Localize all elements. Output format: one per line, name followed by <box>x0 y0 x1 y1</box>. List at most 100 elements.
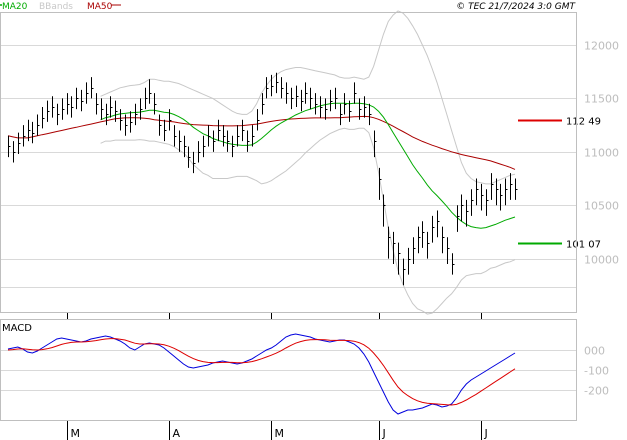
ohlc-bar <box>437 210 440 238</box>
ohlc-bar <box>510 173 513 200</box>
price-level-label: 112 49 <box>566 117 601 128</box>
bbands-lower-line <box>100 127 516 315</box>
ohlc-bar <box>276 72 279 94</box>
ohlc-bar <box>140 98 143 120</box>
ohlc-bar <box>281 77 284 99</box>
macd-lines <box>7 333 516 415</box>
ohlc-bar <box>335 87 338 110</box>
ohlc-bar <box>247 130 250 152</box>
ohlc-bar <box>257 109 260 131</box>
ohlc-bar <box>408 247 411 275</box>
macd-tick-label: 000 <box>584 345 605 358</box>
ohlc-bar <box>223 125 226 147</box>
price-pane-frame <box>0 12 577 313</box>
ohlc-bar <box>198 141 201 163</box>
ohlc-bar <box>422 221 425 248</box>
stock-chart: MA20 BBands MA50 © TEC 21/7/2024 3:0 GMT… <box>0 2 619 440</box>
ohlc-bar <box>42 106 45 129</box>
price-levels: 112 49 101 07 <box>518 117 601 251</box>
ohlc-bar <box>188 146 191 168</box>
ohlc-bar <box>432 215 435 243</box>
ohlc-bar <box>242 119 245 142</box>
ohlc-bar <box>18 132 21 154</box>
ohlc-bar <box>110 96 113 118</box>
ohlc-bar <box>169 109 172 131</box>
ohlc-bar <box>237 125 240 147</box>
macd-y-axis: 000 -100 -200 <box>584 345 609 398</box>
ohlc-bar <box>91 77 94 99</box>
ohlc-bar <box>305 82 308 104</box>
ohlc-bar <box>208 125 211 147</box>
ohlc-bar <box>120 109 123 131</box>
ohlc-bar <box>23 125 26 147</box>
ohlc-bar <box>496 178 499 206</box>
ohlc-bar <box>461 194 464 222</box>
ohlc-bar <box>427 231 430 259</box>
legend-ma20: MA20 <box>2 2 28 12</box>
price-gridlines <box>0 45 577 288</box>
ohlc-bar <box>81 89 84 112</box>
price-tick-label: 11000 <box>584 147 619 160</box>
ohlc-bar <box>227 130 230 152</box>
ohlc-bar <box>442 226 445 254</box>
ohlc-bar <box>32 121 35 144</box>
bbands-upper-line <box>100 10 516 185</box>
ohlc-bar <box>515 178 518 200</box>
ohlc-bar <box>184 135 187 158</box>
legend-bbands: BBands <box>39 2 73 12</box>
ohlc-bar <box>471 189 474 216</box>
price-level-label: 101 07 <box>566 240 601 251</box>
ohlc-bar <box>86 82 89 104</box>
ohlc-bar <box>203 135 206 158</box>
signal-line <box>7 338 516 406</box>
ohlc-bar <box>266 77 269 99</box>
price-tick-label: 10500 <box>584 200 619 213</box>
ohlc-bar <box>76 87 79 110</box>
ohlc-bar <box>174 125 177 147</box>
ohlc-bar <box>291 87 294 110</box>
ohlc-bar <box>106 103 109 126</box>
ohlc-bar <box>145 87 148 110</box>
ohlc-bar <box>505 178 508 206</box>
ohlc-bar <box>149 79 152 104</box>
ohlc-bar <box>418 226 421 254</box>
price-tick-label: 10000 <box>584 254 619 267</box>
price-tick-label: 12000 <box>584 40 619 53</box>
ohlc-bar <box>193 151 196 174</box>
legend-ma50: MA50 <box>87 2 113 12</box>
ohlc-bar <box>491 173 494 200</box>
ohlc-bar <box>486 189 489 216</box>
price-tick-label: 11500 <box>584 93 619 106</box>
macd-pane-title: MACD <box>2 323 32 334</box>
ohlc-bar <box>262 93 265 115</box>
ma50-line <box>7 115 516 170</box>
ohlc-bars <box>8 72 518 286</box>
ohlc-bar <box>500 183 503 211</box>
price-y-axis: 10000 10500 11000 11500 12000 <box>584 40 619 267</box>
x-tick-label: J <box>382 427 386 440</box>
ohlc-bar <box>159 114 162 136</box>
moving-averages <box>7 102 516 229</box>
ohlc-bar <box>47 100 50 122</box>
ohlc-bar <box>320 96 323 118</box>
ohlc-bar <box>310 87 313 110</box>
ohlc-bar <box>52 96 55 118</box>
ohlc-bar <box>330 89 333 112</box>
ohlc-bar <box>179 130 182 152</box>
ma20-line <box>100 102 516 229</box>
x-tick-label: M <box>71 427 81 440</box>
ohlc-bar <box>369 103 372 126</box>
ohlc-bar <box>286 82 289 104</box>
ohlc-bar <box>301 89 304 112</box>
ohlc-bar <box>164 119 167 142</box>
ohlc-bar <box>8 135 11 158</box>
ohlc-bar <box>67 93 70 115</box>
copyright-text: © TEC 21/7/2024 3:0 GMT <box>456 2 576 12</box>
ohlc-bar <box>37 114 40 136</box>
ohlc-bar <box>374 130 377 158</box>
ohlc-bar <box>135 103 138 126</box>
ohlc-bar <box>57 103 60 126</box>
legend: MA20 BBands MA50 <box>0 2 121 12</box>
ohlc-bar <box>354 82 357 104</box>
ohlc-bar <box>218 119 221 142</box>
